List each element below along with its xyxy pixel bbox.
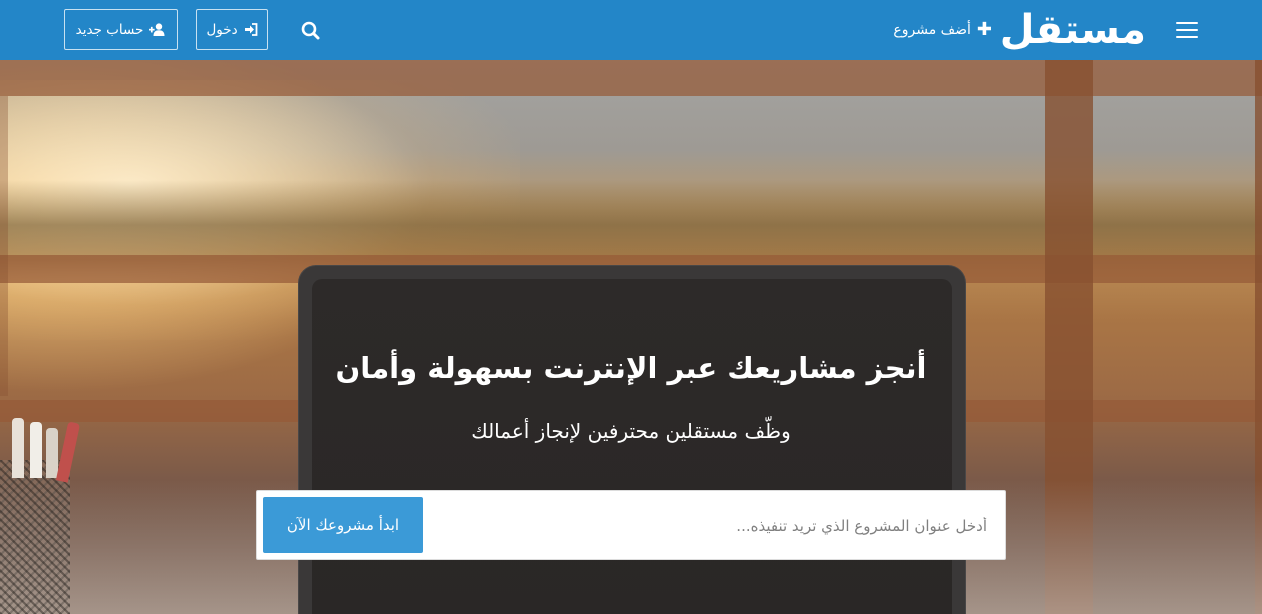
hero-subtitle: وظّف مستقلين محترفين لإنجاز أعمالك [471, 419, 791, 443]
logo[interactable]: مستقل [1000, 2, 1147, 58]
login-label: دخول [206, 21, 238, 38]
add-project-label: أضف مشروع [893, 22, 971, 38]
add-project-link[interactable]: ✚ أضف مشروع [893, 18, 992, 42]
pencil-cup-image [0, 460, 70, 614]
register-label: حساب جديد [75, 21, 144, 38]
hero-title: أنجز مشاريعك عبر الإنترنت بسهولة وأمان [335, 351, 927, 385]
sign-in-icon [244, 23, 258, 36]
start-project-button[interactable]: ابدأ مشروعك الآن [263, 497, 423, 553]
project-title-input[interactable] [447, 501, 987, 551]
start-project-form: ابدأ مشروعك الآن [256, 490, 1006, 560]
plus-icon: ✚ [976, 19, 992, 40]
laptop-screen [312, 279, 952, 614]
search-icon [301, 21, 320, 40]
hamburger-menu-icon[interactable] [1176, 22, 1198, 38]
search-button[interactable] [298, 18, 324, 44]
login-button[interactable]: دخول [196, 9, 268, 50]
register-button[interactable]: حساب جديد [64, 9, 178, 50]
user-plus-icon [149, 23, 166, 36]
top-navbar: مستقل ✚ أضف مشروع دخول حساب جديد [0, 0, 1262, 60]
